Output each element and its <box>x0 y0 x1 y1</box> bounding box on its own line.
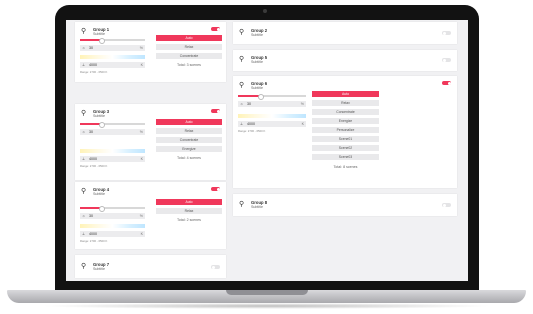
laptop-shadow <box>40 303 493 309</box>
group-toggle[interactable] <box>211 27 220 31</box>
kelvin-field[interactable]: ⊥ 4000 K <box>80 231 145 237</box>
sun-icon: ☼ <box>82 214 86 218</box>
sun-icon: ☼ <box>82 130 86 134</box>
scene-button-energize[interactable]: Energize <box>156 146 222 152</box>
scene-button-auto[interactable]: Auto <box>156 35 222 41</box>
group-card-4: ⚲ Group 4 Subtitle ☼ 30 % ⊥ 4000 K Range… <box>75 182 226 249</box>
group-toggle[interactable] <box>442 81 451 85</box>
scene-total: Total: 2 scenes <box>177 218 201 222</box>
scene-total: Total: 4 scenes <box>177 156 201 160</box>
thermometer-icon: ⊥ <box>82 157 86 161</box>
temp-field[interactable]: ☼ 30 % <box>80 129 145 135</box>
lamp-icon: ⚲ <box>239 201 245 208</box>
group-card-5: ⚲ Group 5 Subtitle <box>233 50 457 71</box>
scene-button-scene02[interactable]: Scene02 <box>312 145 379 151</box>
lamp-icon: ⚲ <box>239 82 245 89</box>
scene-button-concentrate[interactable]: Concentrate <box>156 137 222 143</box>
laptop-notch <box>226 290 308 295</box>
brightness-slider[interactable] <box>80 121 145 128</box>
scene-button-scene03[interactable]: Scene03 <box>312 154 379 160</box>
scene-total: Total: 3 scenes <box>177 63 201 67</box>
scene-button-scene01[interactable]: Scene01 <box>312 136 379 142</box>
group-card-3: ⚲ Group 3 Subtitle ☼ 30 % ⊥ 4000 K Range… <box>75 104 226 180</box>
group-subtitle: Subtitle <box>93 192 105 196</box>
scene-button-concentrate[interactable]: Concentrate <box>312 109 379 115</box>
lamp-icon: ⚲ <box>239 29 245 36</box>
group-subtitle: Subtitle <box>93 32 105 36</box>
group-card-1: ⚲ Group 1 Subtitle ☼ 30 % ⊥ 4000 K Range… <box>75 22 226 82</box>
kelvin-range: Range: 2700 - 6500 K <box>80 239 108 243</box>
thermometer-icon: ⊥ <box>82 232 86 236</box>
lamp-icon: ⚲ <box>81 263 87 270</box>
group-subtitle: Subtitle <box>93 114 105 118</box>
color-temp-spectrum[interactable] <box>238 114 306 118</box>
group-subtitle: Subtitle <box>251 86 263 90</box>
brightness-slider[interactable] <box>80 37 145 44</box>
laptop-bezel: ⚲ Group 1 Subtitle ☼ 30 % ⊥ 4000 K Range… <box>55 5 479 292</box>
kelvin-field[interactable]: ⊥ 4000 K <box>80 156 145 162</box>
kelvin-field[interactable]: ⊥ 4000 K <box>80 62 145 68</box>
thermometer-icon: ⊥ <box>240 122 244 126</box>
brightness-slider[interactable] <box>238 93 306 100</box>
group-toggle[interactable] <box>211 109 220 113</box>
sun-icon: ☼ <box>82 46 86 50</box>
group-subtitle: Subtitle <box>251 33 263 37</box>
scene-button-auto[interactable]: Auto <box>312 91 379 97</box>
group-card-8: ⚲ Group 8 Subtitle <box>233 194 457 216</box>
scene-button-auto[interactable]: Auto <box>156 119 222 125</box>
temp-field[interactable]: ☼ 30 % <box>80 45 145 51</box>
brightness-slider[interactable] <box>80 205 145 212</box>
app-screen: ⚲ Group 1 Subtitle ☼ 30 % ⊥ 4000 K Range… <box>66 20 468 281</box>
group-toggle[interactable] <box>442 203 451 207</box>
group-subtitle: Subtitle <box>93 267 105 271</box>
group-toggle[interactable] <box>211 265 220 269</box>
group-toggle[interactable] <box>442 58 451 62</box>
thermometer-icon: ⊥ <box>82 63 86 67</box>
temp-field[interactable]: ☼ 30 % <box>80 213 145 219</box>
lamp-icon: ⚲ <box>239 56 245 63</box>
scene-button-relax[interactable]: Relax <box>156 128 222 134</box>
scene-button-auto[interactable]: Auto <box>156 199 222 205</box>
color-temp-spectrum[interactable] <box>80 55 145 59</box>
scene-button-energize[interactable]: Energize <box>312 118 379 124</box>
color-temp-spectrum[interactable] <box>80 224 145 228</box>
kelvin-range: Range: 2700 - 6500 K <box>80 164 108 168</box>
group-toggle[interactable] <box>442 31 451 35</box>
camera-icon <box>263 9 267 13</box>
scene-button-personalize[interactable]: Personalize <box>312 127 379 133</box>
scene-button-relax[interactable]: Relax <box>312 100 379 106</box>
group-subtitle: Subtitle <box>251 60 263 64</box>
kelvin-field[interactable]: ⊥ 4000 K <box>238 121 306 127</box>
kelvin-range: Range: 2700 - 6500 K <box>238 129 266 133</box>
kelvin-range: Range: 2700 - 6500 K <box>80 70 108 74</box>
scene-total: Total: 8 scenes <box>333 165 358 169</box>
lamp-icon: ⚲ <box>81 28 87 35</box>
color-temp-spectrum[interactable] <box>80 149 145 153</box>
scene-button-relax[interactable]: Relax <box>156 44 222 50</box>
group-card-6: ⚲ Group 6 Subtitle ☼ 30 % ⊥ 4000 K Range… <box>233 76 457 188</box>
scene-button-concentrate[interactable]: Concentrate <box>156 53 222 59</box>
group-card-2: ⚲ Group 2 Subtitle <box>233 22 457 44</box>
scene-button-relax[interactable]: Relax <box>156 208 222 214</box>
temp-field[interactable]: ☼ 30 % <box>238 101 306 107</box>
sun-icon: ☼ <box>240 102 244 106</box>
lamp-icon: ⚲ <box>81 110 87 117</box>
group-card-7: ⚲ Group 7 Subtitle <box>75 255 226 278</box>
group-subtitle: Subtitle <box>251 205 263 209</box>
group-toggle[interactable] <box>211 187 220 191</box>
lamp-icon: ⚲ <box>81 188 87 195</box>
